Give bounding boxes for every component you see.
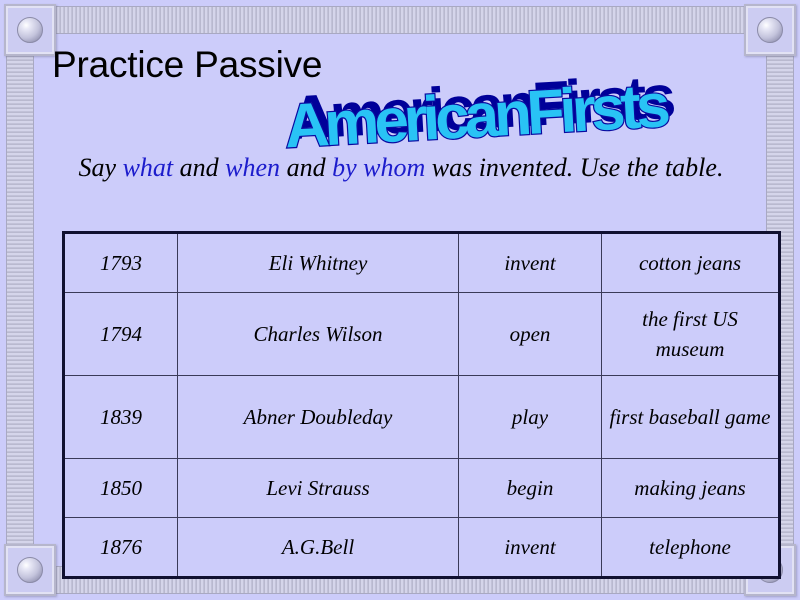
frame-strip-left <box>6 40 34 560</box>
cell-person: Levi Strauss <box>177 458 459 518</box>
cell-verb: open <box>458 292 602 376</box>
instruction-run-3: when <box>225 153 281 182</box>
cell-person: A.G.Bell <box>177 517 459 578</box>
cell-object: first baseball game <box>601 375 780 459</box>
cell-verb: play <box>458 375 602 459</box>
instruction-run-2: and <box>173 153 226 182</box>
cell-year: 1793 <box>63 232 178 293</box>
cell-verb: invent <box>458 232 602 293</box>
cell-person: Eli Whitney <box>177 232 459 293</box>
instruction-run-6: was invented. Use the table. <box>425 153 724 182</box>
instruction-run-5: by whom <box>332 153 426 182</box>
cell-verb: invent <box>458 517 602 578</box>
table-row: 1794 Charles Wilson open the first US museu… <box>63 292 780 376</box>
cell-year: 1794 <box>63 292 178 376</box>
cell-object: cotton jeans <box>601 232 780 293</box>
cell-person: Abner Doubleday <box>177 375 459 459</box>
wordart-american-firsts: AmericanFirsts AmericanFirsts <box>281 63 772 163</box>
table-row: 1793 Eli Whitney invent cotton jeans <box>63 232 780 293</box>
bolt-icon <box>757 17 783 43</box>
bolt-icon <box>17 557 43 583</box>
slide-canvas: Practice Passive AmericanFirsts American… <box>0 0 800 600</box>
table-body: 1793 Eli Whitney invent cotton jeans 1794 Cha… <box>63 232 780 578</box>
wordart-fill-text: AmericanFirsts <box>283 71 670 161</box>
frame-corner-top-right <box>744 4 796 56</box>
instruction-run-1: what <box>122 153 174 182</box>
american-firsts-table: 1793 Eli Whitney invent cotton jeans 1794 Cha… <box>62 231 781 579</box>
frame-strip-top <box>40 6 760 34</box>
table-row: 1876 A.G.Bell invent telephone <box>63 517 780 578</box>
wordart-shadow-text: AmericanFirsts <box>288 63 675 153</box>
cell-year: 1839 <box>63 375 178 459</box>
cell-object: the first US museum <box>601 292 780 376</box>
bolt-icon <box>17 17 43 43</box>
cell-year: 1876 <box>63 517 178 578</box>
frame-corner-bottom-left <box>4 544 56 596</box>
cell-object: making jeans <box>601 458 780 518</box>
cell-object: telephone <box>601 517 780 578</box>
instruction-text: Say what and when and by whom was invent… <box>56 152 746 184</box>
cell-verb: begin <box>458 458 602 518</box>
instruction-run-4: and <box>280 153 333 182</box>
frame-corner-top-left <box>4 4 56 56</box>
table-row: 1850 Levi Strauss begin making jeans <box>63 458 780 518</box>
cell-person: Charles Wilson <box>177 292 459 376</box>
instruction-run-0: Say <box>78 153 123 182</box>
table-row: 1839 Abner Doubleday play first baseball ga… <box>63 375 780 459</box>
page-title: Practice Passive <box>52 44 323 85</box>
cell-year: 1850 <box>63 458 178 518</box>
